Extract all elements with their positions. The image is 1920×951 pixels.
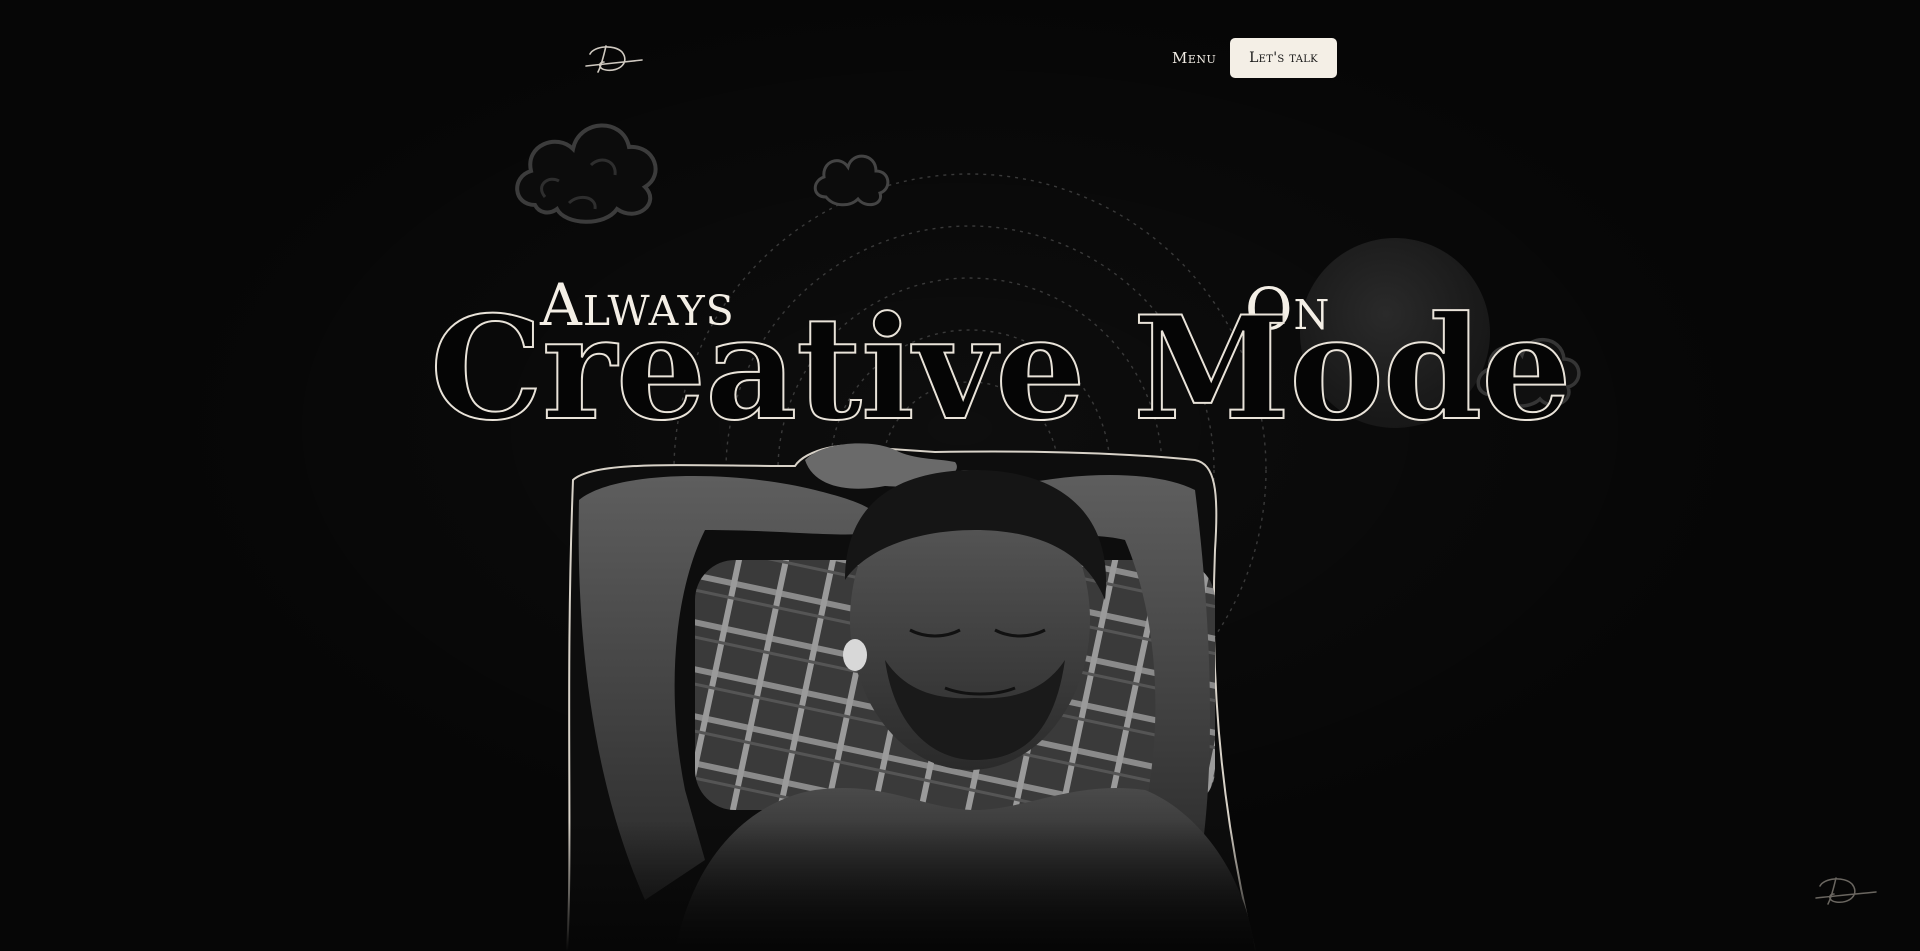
menu-button[interactable]: Menu: [1172, 46, 1216, 70]
signature-icon: [1815, 877, 1877, 905]
lets-talk-button[interactable]: Let's talk: [1230, 38, 1337, 78]
portrait-person-sleeping-image: [555, 430, 1365, 951]
headline-creative-mode: Creative Mode: [429, 286, 1573, 452]
cloud-icon: [813, 154, 890, 207]
cloud-icon: [515, 123, 658, 224]
signature-logo-icon[interactable]: [584, 40, 644, 76]
